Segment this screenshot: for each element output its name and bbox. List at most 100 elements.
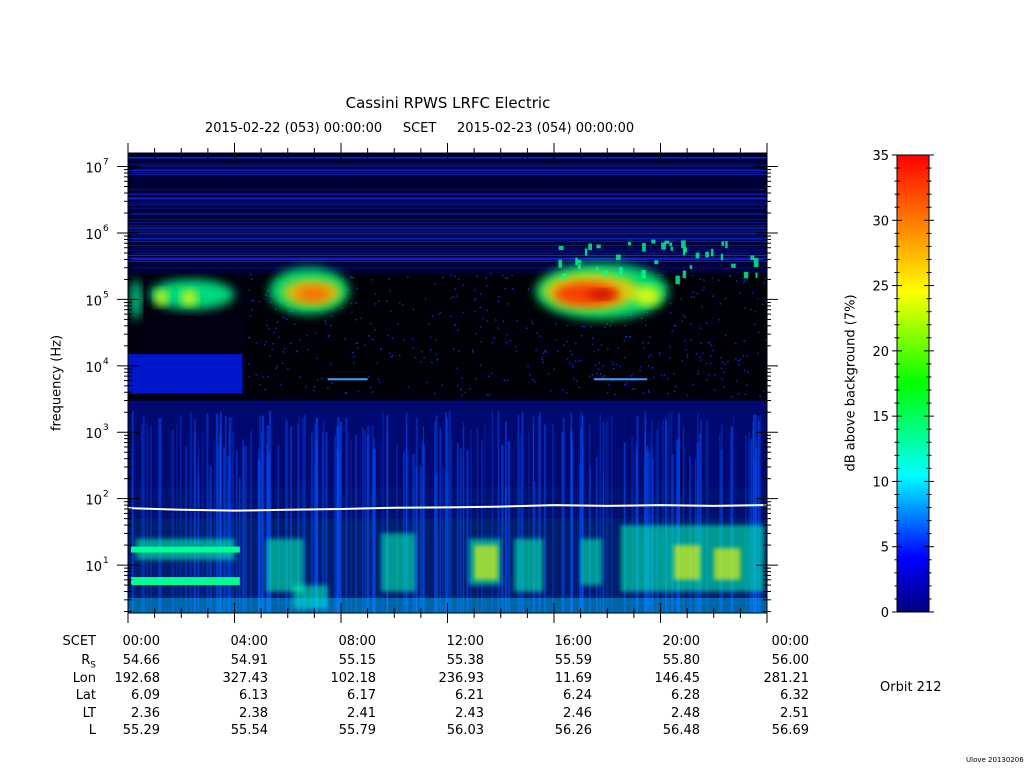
- ephemeris-value: 55.15: [338, 653, 376, 668]
- speckle: [530, 320, 533, 323]
- skr-speck: [596, 244, 601, 249]
- streak: [232, 432, 234, 613]
- speckle: [490, 372, 493, 374]
- speckle: [673, 373, 675, 375]
- speckle: [475, 332, 477, 335]
- stripe: [128, 235, 767, 237]
- colorbar: 0 5 10 15 20 25 30 35: [872, 149, 934, 621]
- streak: [364, 430, 366, 613]
- colorbar-tick-label: 0: [881, 606, 889, 621]
- ephemeris-row-label: LT: [82, 705, 96, 721]
- ephemeris-value: 54.66: [122, 653, 160, 668]
- speckle: [276, 321, 279, 323]
- speckle: [648, 389, 650, 391]
- skr-speck: [695, 252, 700, 259]
- y-tick-exponent: 5: [103, 290, 109, 300]
- streak: [470, 430, 472, 613]
- speckle: [421, 351, 423, 353]
- speckle: [299, 376, 302, 378]
- skr-speck: [651, 239, 656, 244]
- low-burst: [514, 538, 544, 592]
- speckle: [686, 356, 689, 359]
- skr-speck: [753, 258, 759, 267]
- streak: [463, 422, 465, 613]
- speckle: [457, 278, 460, 280]
- speckle: [701, 289, 704, 291]
- stripe: [128, 230, 767, 232]
- speckle: [658, 274, 660, 276]
- colorbar-tick-label: 25: [872, 280, 889, 295]
- ephemeris-value: 6.24: [563, 688, 592, 704]
- speckle: [601, 376, 604, 379]
- speckle: [450, 315, 452, 318]
- skr-speck: [710, 248, 714, 257]
- skr-speck: [641, 269, 646, 279]
- stripe: [128, 239, 767, 241]
- speckle: [511, 274, 514, 277]
- stripe: [128, 227, 767, 229]
- streak: [197, 454, 200, 613]
- y-tick-label: 10: [85, 162, 102, 177]
- speckle: [485, 285, 488, 287]
- streak: [611, 415, 613, 613]
- speckle: [468, 388, 471, 390]
- speckle: [686, 354, 689, 356]
- speckle: [661, 274, 664, 276]
- speckle: [473, 299, 476, 301]
- speckle: [557, 350, 559, 353]
- speckle: [251, 278, 253, 280]
- speckle: [759, 395, 761, 397]
- skr-speck: [689, 265, 693, 270]
- speckle: [472, 349, 474, 352]
- speckle: [298, 339, 301, 341]
- speckle: [453, 296, 455, 298]
- skr-speck: [615, 272, 618, 280]
- y-tick-exponent: 3: [103, 423, 109, 433]
- speckle: [497, 327, 500, 329]
- speckle: [670, 312, 672, 314]
- streak: [336, 426, 339, 613]
- speckle: [282, 317, 285, 319]
- speckle: [267, 375, 269, 378]
- speckle: [479, 293, 482, 295]
- speckle: [659, 354, 661, 356]
- speckle: [504, 287, 507, 290]
- speckle: [324, 320, 326, 322]
- speckle: [569, 350, 572, 352]
- ephemeris-value: 56.03: [446, 723, 484, 739]
- speckle: [493, 337, 496, 340]
- streak: [257, 449, 260, 613]
- low-burst: [380, 533, 416, 592]
- speckle: [720, 356, 722, 359]
- speckle: [671, 330, 674, 332]
- speckle: [703, 287, 705, 289]
- colorbar-tick-label: 35: [872, 149, 889, 164]
- speckle: [690, 323, 693, 325]
- speckle: [431, 361, 433, 364]
- speckle: [514, 346, 517, 348]
- speckle: [389, 352, 392, 355]
- speckle: [285, 318, 288, 320]
- speckle: [617, 347, 619, 349]
- streak: [476, 428, 478, 613]
- skr-speck: [558, 245, 564, 251]
- skr-speck: [627, 242, 632, 246]
- speckle: [718, 319, 720, 321]
- speckle: [275, 308, 277, 310]
- speckle: [727, 360, 729, 363]
- speckle: [350, 276, 353, 279]
- streak: [372, 425, 374, 613]
- speckle: [547, 372, 550, 375]
- streak: [366, 435, 369, 613]
- speckle: [630, 375, 632, 377]
- skr-speck: [682, 270, 687, 279]
- speckle: [289, 342, 292, 344]
- speckle: [456, 384, 459, 387]
- ephemeris-value: 56.00: [771, 653, 809, 668]
- x-tick-label: 12:00: [446, 634, 484, 649]
- speckle: [647, 365, 650, 367]
- speckle: [479, 364, 482, 367]
- speckle: [352, 276, 355, 279]
- low-burst-hot: [474, 545, 499, 580]
- streak: [227, 456, 230, 613]
